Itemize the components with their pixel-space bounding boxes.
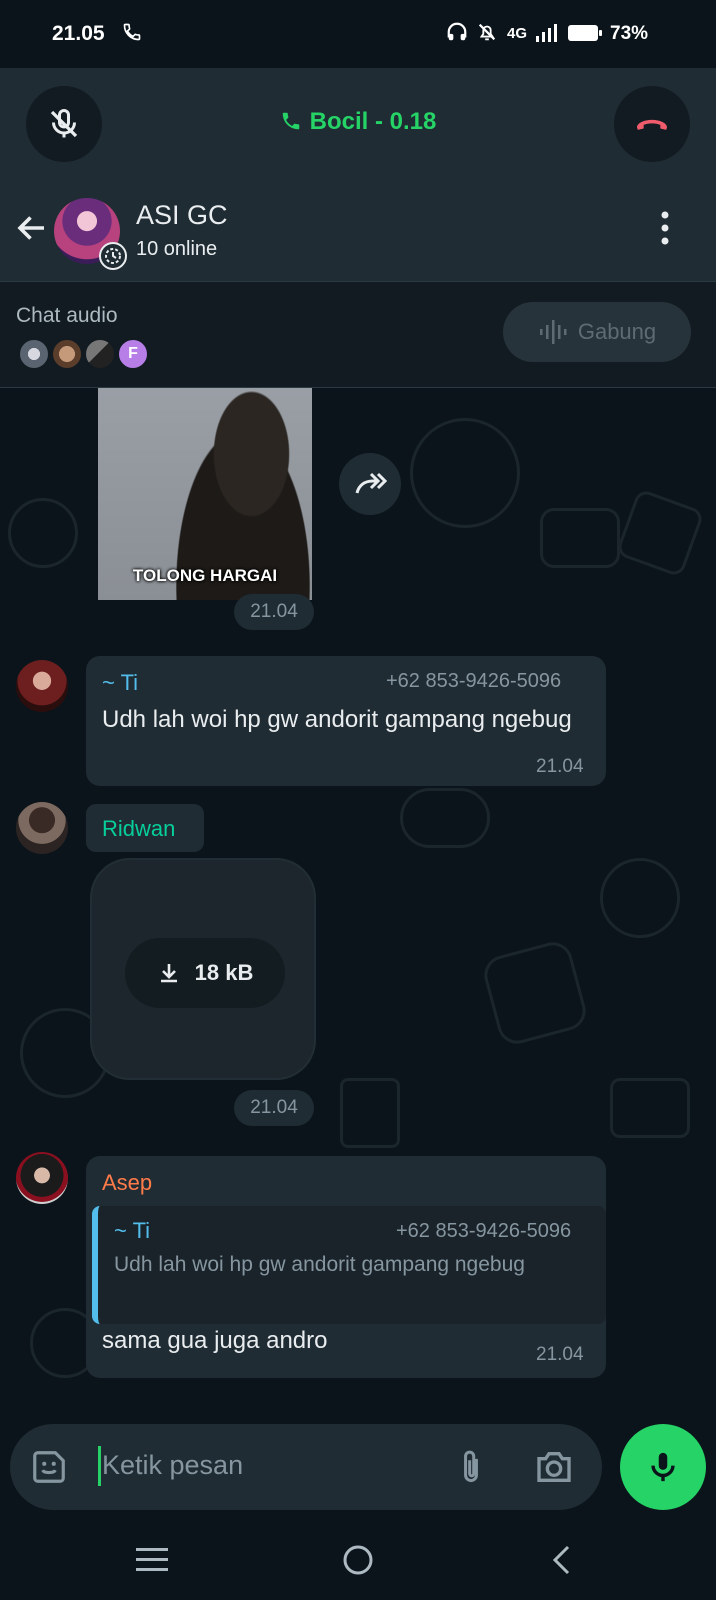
participant-avatar [84,338,116,370]
sender-name[interactable]: Ridwan [102,816,175,842]
voice-record-button[interactable] [620,1424,706,1510]
image-caption: TOLONG HARGAI [132,566,278,585]
quote-phone: +62 853-9426-5096 [396,1220,572,1242]
audio-wave-icon [539,320,567,344]
back-arrow-icon[interactable] [14,210,50,251]
message-bubble[interactable]: ~ Ti +62 853-9426-5096 Udh lah woi hp gw… [86,656,606,786]
end-call-icon [637,119,667,130]
battery-icon [567,24,603,47]
chat-title[interactable]: ASI GC [136,200,228,231]
avatar-asep[interactable] [16,1152,68,1204]
wallpaper-doodle [615,488,705,578]
sender-name[interactable]: Asep [102,1170,152,1196]
quote-text: Udh lah woi hp gw andorit gampang ngebug [114,1253,525,1276]
chat-header: ASI GC 10 online [0,180,716,282]
system-nav-bar [0,1520,716,1600]
wallpaper-doodle [610,1078,690,1138]
wallpaper-doodle [540,508,620,568]
message-input[interactable]: Ketik pesan [102,1450,243,1481]
wallpaper-doodle [600,858,680,938]
online-count: 10 online [136,238,218,260]
audio-chat-label: Chat audio [16,304,118,327]
battery-percent: 73% [610,23,649,44]
message-text: sama gua juga andro [102,1327,328,1354]
network-type: 4G [507,25,528,42]
forward-icon [355,472,387,494]
sticker-icon[interactable] [30,1448,68,1491]
call-title-text: Bocil - 0.18 [309,108,437,135]
message-time: 21.04 [536,1344,584,1365]
message-time: 21.04 [234,1090,314,1126]
file-size: 18 kB [194,960,254,985]
recent-apps-icon[interactable] [136,1546,168,1579]
participant-avatar [51,338,83,370]
wallpaper-doodle [400,788,490,848]
participant-avatar-initial: F [117,338,149,370]
avatar-ti[interactable] [16,660,68,712]
wallpaper-doodle [340,1078,400,1148]
call-title[interactable]: Bocil - 0.18 [0,108,716,136]
microphone-icon [651,1452,675,1482]
nav-back-icon[interactable] [550,1544,572,1581]
forward-button[interactable] [339,453,401,515]
avatar-ridwan[interactable] [16,802,68,854]
message-time: 21.04 [536,756,584,777]
status-bar: 21.05 4G 73% [0,0,716,68]
sender-tag[interactable]: Ridwan [86,804,204,852]
image-message[interactable]: TOLONG HARGAI [98,388,312,600]
join-label: Gabung [577,319,657,344]
camera-icon[interactable] [534,1448,574,1491]
headphones-icon [446,20,468,49]
disappearing-timer-icon [99,242,127,270]
participant-avatar [18,338,50,370]
call-active-icon [122,20,142,49]
status-time: 21.05 [52,22,105,45]
wallpaper-doodle [410,418,520,528]
quoted-message[interactable]: ~ Ti +62 853-9426-5096 Udh lah woi hp gw… [92,1206,606,1324]
download-sticker-button[interactable]: 18 kB [125,938,285,1008]
more-options-icon[interactable] [660,210,670,251]
audio-chat-bar: Chat audio F Gabung [0,282,716,388]
wallpaper-doodle [479,937,591,1049]
sender-name[interactable]: ~ Ti [102,670,138,696]
home-icon[interactable] [342,1544,374,1581]
wallpaper-doodle [8,498,78,568]
attach-icon[interactable] [456,1448,486,1491]
signal-icon [536,24,558,47]
message-time: 21.04 [234,594,314,630]
message-list[interactable]: TOLONG HARGAI 21.04 ~ Ti +62 853-9426-50… [0,388,716,1420]
quote-sender: ~ Ti [114,1218,151,1243]
muted-bell-icon [476,20,498,49]
ongoing-call-banner[interactable]: Bocil - 0.18 [0,68,716,180]
message-input-bar[interactable]: Ketik pesan [10,1424,602,1510]
text-cursor [98,1446,101,1486]
message-text: Udh lah woi hp gw andorit gampang ngebug [102,706,572,733]
phone-icon [282,112,299,130]
sender-phone: +62 853-9426-5096 [386,670,562,692]
join-audio-chat-button[interactable]: Gabung [503,302,691,362]
end-call-button[interactable] [614,86,690,162]
download-icon [160,964,177,983]
